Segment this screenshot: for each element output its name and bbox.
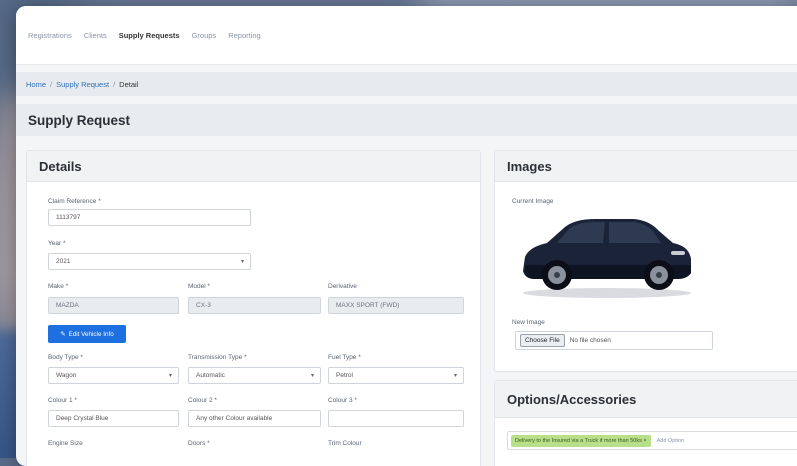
breadcrumb-separator: / <box>113 79 116 89</box>
body-type-value: Wagon <box>56 372 77 379</box>
year-label: Year * <box>48 240 66 247</box>
images-card: Images Current Image New Image Choose Fi… <box>494 150 797 372</box>
chevron-down-icon: ▾ <box>310 373 314 379</box>
images-title: Images <box>495 151 797 182</box>
breadcrumb-current: Detail <box>119 79 139 89</box>
fuel-type-select[interactable]: Petrol ▾ <box>328 367 464 384</box>
year-value: 2021 <box>56 258 71 265</box>
make-value: MAZDA <box>56 302 79 309</box>
current-image-label: Current Image <box>512 198 554 205</box>
chevron-down-icon: ▾ <box>168 373 172 379</box>
model-value: CX-3 <box>196 302 211 309</box>
breadcrumb-separator: / <box>50 79 53 89</box>
make-field: MAZDA <box>48 297 179 314</box>
colour1-value: Deep Crystal Blue <box>56 415 109 422</box>
fuel-type-label: Fuel Type * <box>328 354 361 361</box>
body-type-select[interactable]: Wagon ▾ <box>48 367 179 384</box>
nav-registrations[interactable]: Registrations <box>26 29 74 42</box>
options-accessories-title: Options/Accessories <box>495 381 797 418</box>
options-accessories-card: Options/Accessories Delivery to the Insu… <box>494 380 797 466</box>
colour2-label: Colour 2 * <box>188 397 217 404</box>
breadcrumb: Home / Supply Request / Detail <box>16 72 797 96</box>
edit-vehicle-info-label: Edit Vehicle Info <box>68 330 114 338</box>
chevron-down-icon: ▾ <box>240 259 244 265</box>
derivative-value: MAXX SPORT (FWD) <box>336 302 400 309</box>
page-title: Supply Request <box>16 104 797 136</box>
colour3-label: Colour 3 * <box>328 397 357 404</box>
trim-colour-label: Trim Colour <box>328 440 362 447</box>
colour1-label: Colour 1 * <box>48 397 77 404</box>
details-card: Details Claim Reference * 1113797 Year *… <box>26 150 481 466</box>
nav-supply-requests[interactable]: Supply Requests <box>117 29 182 42</box>
colour2-input[interactable]: Any other Colour available <box>188 410 321 427</box>
derivative-field: MAXX SPORT (FWD) <box>328 297 464 314</box>
new-image-file-input[interactable]: Choose File No file chosen <box>515 331 713 350</box>
claim-reference-value: 1113797 <box>56 214 81 221</box>
colour2-value: Any other Colour available <box>196 415 273 422</box>
doors-label: Doors * <box>188 440 210 447</box>
no-file-chosen-text: No file chosen <box>569 337 611 344</box>
year-select[interactable]: 2021 ▾ <box>48 253 251 270</box>
engine-size-label: Engine Size <box>48 440 83 447</box>
breadcrumb-supply-request[interactable]: Supply Request <box>56 80 109 89</box>
option-chip[interactable]: Delivery to the Insured via a Truck if m… <box>511 434 651 447</box>
top-navigation: Registrations Clients Supply Requests Gr… <box>16 6 797 65</box>
nav-clients[interactable]: Clients <box>82 29 109 42</box>
nav-groups[interactable]: Groups <box>190 29 219 42</box>
add-option-placeholder: Add Option <box>656 437 685 444</box>
nav-reporting[interactable]: Reporting <box>226 29 263 42</box>
claim-reference-input[interactable]: 1113797 <box>48 209 251 226</box>
transmission-type-label: Transmission Type * <box>188 354 247 361</box>
make-label: Make * <box>48 283 69 290</box>
derivative-label: Derivative <box>328 283 357 290</box>
app-window: Registrations Clients Supply Requests Gr… <box>16 6 797 466</box>
claim-reference-label: Claim Reference * <box>48 198 101 205</box>
details-title: Details <box>27 151 480 182</box>
colour1-input[interactable]: Deep Crystal Blue <box>48 410 179 427</box>
chevron-down-icon: ▾ <box>453 373 457 379</box>
body-type-label: Body Type * <box>48 354 83 361</box>
fuel-type-value: Petrol <box>336 372 353 379</box>
transmission-type-value: Automatic <box>196 372 225 379</box>
choose-file-button[interactable]: Choose File <box>520 334 565 347</box>
breadcrumb-home[interactable]: Home <box>26 80 46 89</box>
colour3-input[interactable] <box>328 410 464 427</box>
edit-vehicle-info-button[interactable]: ✎ Edit Vehicle Info <box>48 325 126 343</box>
model-label: Model * <box>188 283 211 290</box>
vehicle-image <box>523 219 691 298</box>
pencil-icon: ✎ <box>60 330 66 338</box>
new-image-label: New Image <box>512 319 545 326</box>
transmission-type-select[interactable]: Automatic ▾ <box>188 367 321 384</box>
options-tag-input[interactable]: Delivery to the Insured via a Truck if m… <box>507 431 797 450</box>
model-field: CX-3 <box>188 297 321 314</box>
